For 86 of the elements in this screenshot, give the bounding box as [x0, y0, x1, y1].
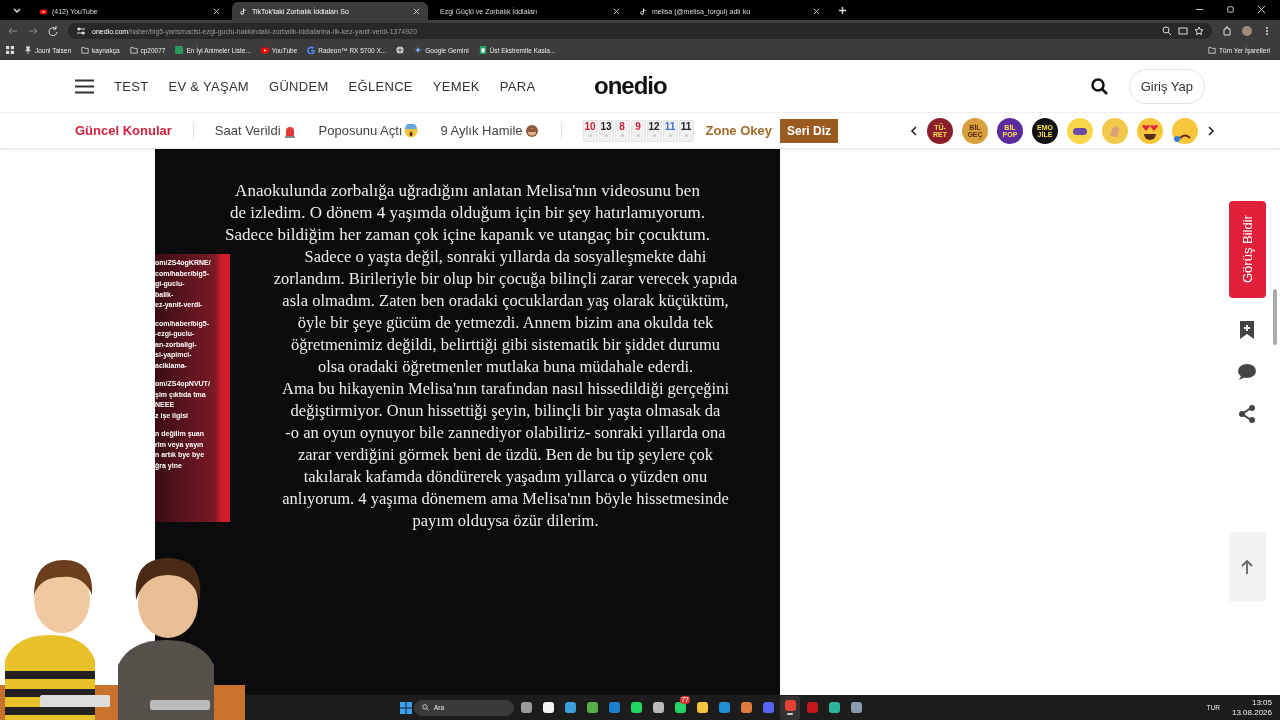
- topic-link[interactable]: 9 Aylık Hamile: [440, 123, 539, 138]
- counter-tile[interactable]: 10: [582, 119, 598, 142]
- sparkle-icon: [414, 46, 423, 54]
- music-note-icon: [240, 7, 247, 15]
- nav-link[interactable]: EV & YAŞAM: [168, 78, 249, 94]
- avatar-icon[interactable]: [1242, 26, 1252, 36]
- counter-tile[interactable]: 13: [598, 119, 614, 142]
- nav-link[interactable]: TEST: [114, 78, 149, 94]
- monkey-emoji-icon: [524, 123, 539, 138]
- game-link[interactable]: Zone Okey: [705, 123, 772, 138]
- close-icon[interactable]: [613, 7, 620, 15]
- nav-link[interactable]: GÜNDEM: [269, 78, 329, 94]
- sheet-icon: [478, 46, 487, 54]
- topic-link[interactable]: Poposunu Açtı: [318, 123, 419, 138]
- taskbar-app[interactable]: [780, 695, 800, 720]
- globe-icon[interactable]: [396, 46, 405, 54]
- statement-line: asla olmadım. Zaten ben oradaki çocuklardan yaş olarak küçüktüm,: [281, 290, 730, 312]
- site-logo[interactable]: onedio: [594, 72, 667, 100]
- new-tab-icon[interactable]: [838, 6, 847, 15]
- star-icon[interactable]: [1194, 26, 1204, 36]
- counter-tile[interactable]: 12: [646, 119, 662, 142]
- statement-line: de izledim. O dönem 4 yaşımda olduğum için bir şey hatırlamıyorum.: [229, 202, 706, 224]
- heart-eyes-emoji-icon[interactable]: [1137, 117, 1164, 144]
- back-icon[interactable]: [8, 26, 18, 36]
- statement-line: anlıyorum. 4 yaşıma dönemem ama Melisa'nın böyle hissetmesinde: [281, 488, 730, 510]
- pin-icon: [24, 46, 32, 54]
- statement-line: zorlandım. Birileriyle bir olup bir çocuğa bilinçli zarar verecek yapıda: [272, 268, 739, 290]
- statement-line: öyle bir şeye gücüm de yetmezdi. Annem bizim ana okulda tek: [296, 312, 715, 334]
- statement-line: -o an oyun oynuyor bile zannediyor olabiliriz- sonraki yıllarda ona: [284, 422, 727, 444]
- close-icon[interactable]: [213, 7, 220, 15]
- scream-emoji-icon: [404, 123, 419, 138]
- comments-icon[interactable]: [1237, 362, 1257, 382]
- app-icon: [175, 46, 184, 54]
- apps-icon[interactable]: [6, 46, 14, 54]
- statement-line: zarar verdiğini görmek beni de üzdü. Ben de bu tip şeylere çok: [296, 444, 715, 466]
- statement-line: takılarak kafamda döndürerek yaşadım yıllarca o yüzden onu: [302, 466, 709, 488]
- statement-line: payım olduysa özür dilerim.: [411, 510, 600, 532]
- arrow-up-icon: [1240, 559, 1254, 575]
- start-icon[interactable]: [400, 701, 412, 714]
- counter-tile[interactable]: 11: [678, 119, 694, 142]
- chevron-right-icon[interactable]: [1207, 125, 1216, 136]
- bookmark-icon[interactable]: [1237, 320, 1257, 340]
- share-icon[interactable]: [1237, 404, 1257, 424]
- statement-line: Sadece o yaşta değil, sonraki yıllarda da sosyalleşmekte dahi: [303, 246, 708, 268]
- install-icon[interactable]: [1178, 26, 1188, 36]
- statement-line: Ama bu hikayenin Melisa'nın tarafından nasıl hissedildiği gerçeğini: [281, 378, 730, 400]
- sad-emoji-icon[interactable]: [1172, 117, 1199, 144]
- nav-link[interactable]: YEMEK: [432, 78, 480, 94]
- statement-line: öğretmenimiz değildi, belirttiği gibi sistematik bir şiddet durumu: [290, 334, 721, 356]
- close-icon[interactable]: [413, 7, 420, 15]
- game-button[interactable]: Seri Diz: [780, 118, 839, 143]
- section-title: Güncel Konular: [75, 123, 172, 138]
- statement-line: olsa oradaki öğretmenler mutlaka buna müdahale ederdi.: [316, 356, 695, 378]
- nav-link[interactable]: PARA: [499, 78, 536, 94]
- clock[interactable]: 13:05 13.08.2026: [1231, 697, 1272, 718]
- counter-tile[interactable]: 11: [662, 119, 678, 142]
- restore-icon[interactable]: [1226, 5, 1235, 14]
- close-icon[interactable]: [1257, 5, 1266, 14]
- tab-list-icon[interactable]: [12, 6, 22, 16]
- folder-icon: [129, 46, 138, 54]
- counter-tile[interactable]: 9: [630, 119, 646, 142]
- topic-link[interactable]: Saat Verildi: [214, 123, 297, 138]
- folder-icon: [1208, 46, 1217, 54]
- statement-line: Anaokulunda zorbalığa uğradığını anlatan Melisa'nın videosunu ben: [234, 180, 701, 202]
- statement-line: değiştirmiyor. Onun hissettiği şeyin, bilinçli bir yaşta olmasak da: [289, 400, 722, 422]
- chevron-left-icon[interactable]: [910, 125, 919, 136]
- scrollbar-thumb[interactable]: [1273, 289, 1277, 345]
- login-button[interactable]: Giriş Yap: [1128, 68, 1205, 104]
- logo-icon: [307, 46, 316, 54]
- youtube-icon: [260, 46, 269, 54]
- counter-tile[interactable]: 8: [614, 119, 630, 142]
- youtube-icon: [40, 7, 47, 15]
- search-icon: [422, 704, 429, 711]
- statement-line: Sadece bildiğim her zaman çok içine kapanık ve utangaç bir çocuktum.: [224, 224, 711, 246]
- close-icon[interactable]: [813, 7, 820, 15]
- site-settings-icon[interactable]: [76, 26, 86, 36]
- reload-icon[interactable]: [48, 26, 58, 36]
- search-icon[interactable]: [1090, 77, 1108, 95]
- nav-link[interactable]: EĞLENCE: [348, 78, 413, 94]
- folder-icon: [81, 46, 90, 54]
- feedback-button[interactable]: Görüş Bildir: [1228, 201, 1266, 298]
- music-note-icon: [640, 7, 647, 15]
- zoom-icon[interactable]: [1162, 26, 1172, 36]
- forward-icon[interactable]: [28, 26, 38, 36]
- menu-icon[interactable]: [75, 78, 94, 94]
- gamepad-icon[interactable]: [1067, 117, 1094, 144]
